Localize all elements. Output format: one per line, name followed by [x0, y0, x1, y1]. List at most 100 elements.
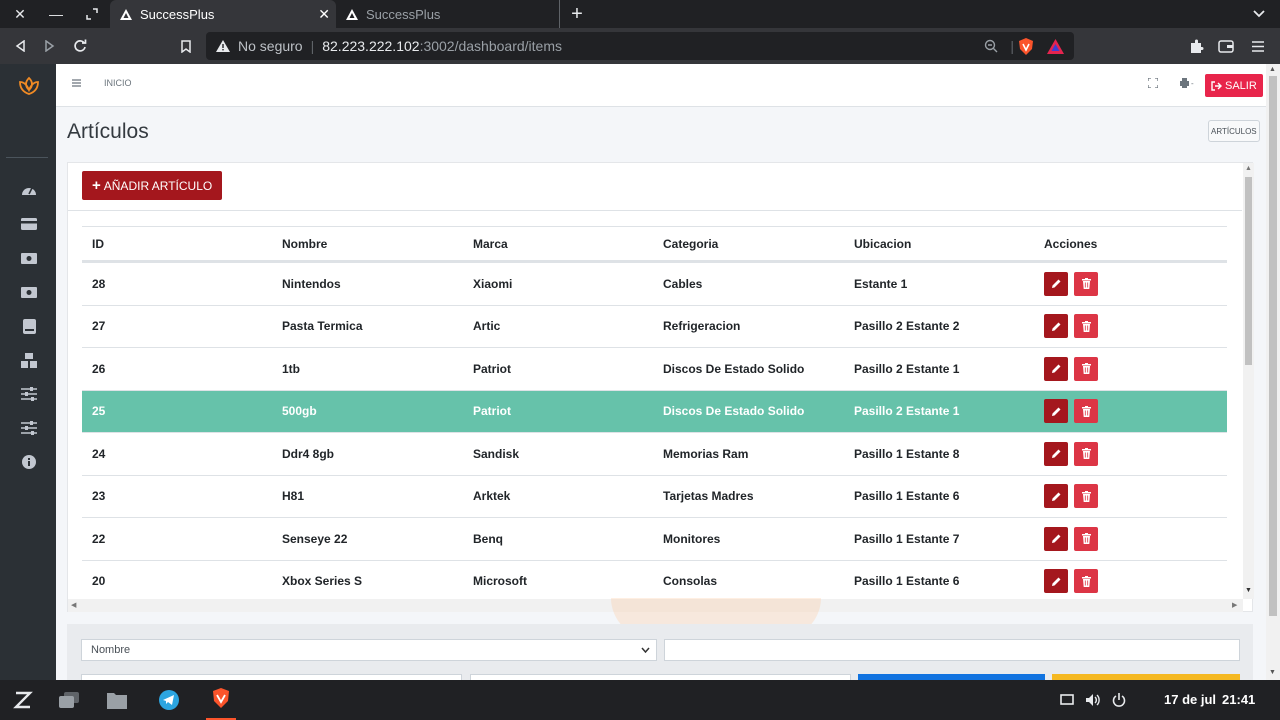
sliders-icon[interactable]	[20, 386, 38, 402]
clock[interactable]: 17 de jul 21:41	[1164, 692, 1255, 707]
printer-dropdown[interactable]: -	[1180, 78, 1194, 88]
edit-button[interactable]	[1044, 484, 1068, 509]
credit-card-icon[interactable]	[20, 216, 38, 232]
cell-ubicacion: Pasillo 2 Estante 1	[854, 404, 960, 419]
column-header-nombre[interactable]: Nombre	[282, 227, 327, 260]
table-row[interactable]: 20 Xbox Series S Microsoft Consolas Pasillo …	[82, 559, 1227, 603]
header-breadcrumb[interactable]: INICIO	[104, 78, 132, 88]
scroll-right-icon[interactable]: ▶	[1232, 601, 1237, 609]
column-header-id[interactable]: ID	[92, 227, 104, 260]
table-row[interactable]: 22 Senseye 22 Benq Monitores Pasillo 1 Estan…	[82, 517, 1227, 560]
scroll-thumb[interactable]	[1245, 177, 1252, 365]
money-bill-icon[interactable]	[20, 250, 38, 266]
delete-button[interactable]	[1074, 526, 1098, 551]
book-icon[interactable]	[20, 318, 38, 334]
edit-button[interactable]	[1044, 569, 1068, 594]
filter-panel: Nombre	[67, 624, 1253, 680]
table-vertical-scrollbar[interactable]: ▲ ▼	[1243, 163, 1254, 599]
boxes-icon[interactable]	[20, 352, 38, 368]
url-path: :3002/dashboard/items	[419, 38, 562, 54]
table-row[interactable]: 25 500gb Patriot Discos De Estado Solido Pas…	[82, 389, 1227, 432]
filter-text-input[interactable]	[664, 639, 1240, 661]
telegram-icon[interactable]	[158, 690, 180, 710]
power-icon[interactable]	[1108, 690, 1130, 710]
page-vertical-scrollbar[interactable]: ▲ ▼	[1266, 64, 1280, 680]
tab-close-icon[interactable]: ✕	[318, 6, 330, 23]
close-window-icon[interactable]: ✕	[10, 4, 30, 24]
new-tab-icon[interactable]: +	[567, 3, 587, 25]
hamburger-menu-icon[interactable]	[72, 79, 81, 87]
tab-list-chevron-icon[interactable]	[1249, 4, 1269, 24]
zoom-icon[interactable]	[984, 39, 998, 53]
edit-button[interactable]	[1044, 399, 1068, 424]
scroll-thumb[interactable]	[1269, 76, 1277, 616]
scroll-up-icon[interactable]: ▲	[1245, 165, 1252, 172]
display-icon[interactable]	[1056, 690, 1078, 710]
items-table: ID Nombre Marca Categoria Ubicacion Acci…	[82, 226, 1227, 602]
app-logo-icon[interactable]	[17, 76, 41, 98]
minimize-window-icon[interactable]: —	[46, 4, 66, 24]
edit-button[interactable]	[1044, 314, 1068, 339]
fullscreen-icon[interactable]	[1148, 78, 1158, 88]
files-icon[interactable]	[106, 690, 128, 710]
brave-shield-icon[interactable]	[1018, 37, 1034, 55]
column-header-ubicacion[interactable]: Ubicacion	[854, 227, 911, 260]
brave-rewards-icon[interactable]	[1047, 38, 1064, 54]
url-host: 82.223.222.102	[322, 38, 420, 54]
zorin-menu-icon[interactable]	[12, 690, 34, 710]
dashboard-gauge-icon[interactable]	[20, 182, 38, 198]
table-row[interactable]: 27 Pasta Termica Artic Refrigeracion Pasillo…	[82, 304, 1227, 348]
scroll-down-icon[interactable]: ▼	[1245, 587, 1252, 594]
table-row[interactable]: 28 Nintendos Xiaomi Cables Estante 1	[82, 262, 1227, 305]
pencil-icon	[1051, 492, 1060, 501]
window-switcher-icon[interactable]	[58, 690, 80, 710]
url-bar[interactable]: No seguro | 82.223.222.102 :3002/dashboa…	[206, 32, 1074, 60]
cell-ubicacion: Pasillo 2 Estante 2	[854, 319, 960, 334]
edit-button[interactable]	[1044, 441, 1068, 466]
cell-acciones	[1044, 263, 1104, 305]
reload-icon[interactable]	[70, 36, 90, 56]
cell-acciones	[1044, 306, 1104, 348]
edit-button[interactable]	[1044, 271, 1068, 296]
forward-icon[interactable]	[40, 36, 60, 56]
filter-field-select[interactable]: Nombre	[81, 639, 657, 661]
cell-marca: Microsoft	[473, 574, 527, 589]
table-row[interactable]: 23 H81 Arktek Tarjetas Madres Pasillo 1 Esta…	[82, 474, 1227, 518]
delete-button[interactable]	[1074, 441, 1098, 466]
delete-button[interactable]	[1074, 271, 1098, 296]
table-row[interactable]: 24 Ddr4 8gb Sandisk Memorias Ram Pasillo 1 E…	[82, 432, 1227, 475]
scroll-down-icon[interactable]: ▼	[1269, 669, 1276, 676]
scroll-up-icon[interactable]: ▲	[1269, 66, 1276, 73]
cell-nombre: Pasta Termica	[282, 319, 363, 334]
breadcrumb-button[interactable]: ARTÍCULOS	[1208, 120, 1260, 142]
logout-button[interactable]: SALIR	[1205, 74, 1263, 97]
column-header-categoria[interactable]: Categoria	[663, 227, 718, 260]
scroll-left-icon[interactable]: ◀	[71, 601, 76, 609]
volume-icon[interactable]	[1082, 690, 1104, 710]
delete-button[interactable]	[1074, 356, 1098, 381]
tab-successplus-1[interactable]: SuccessPlus ✕	[110, 0, 336, 28]
sliders-alt-icon[interactable]	[20, 420, 38, 436]
back-icon[interactable]	[10, 36, 30, 56]
edit-button[interactable]	[1044, 526, 1068, 551]
edit-button[interactable]	[1044, 356, 1068, 381]
menu-icon[interactable]	[1248, 36, 1268, 56]
delete-button[interactable]	[1074, 569, 1098, 594]
delete-button[interactable]	[1074, 484, 1098, 509]
column-header-marca[interactable]: Marca	[473, 227, 508, 260]
restore-window-icon[interactable]	[82, 4, 102, 24]
column-header-acciones: Acciones	[1044, 236, 1098, 251]
delete-button[interactable]	[1074, 399, 1098, 424]
cell-marca: Arktek	[473, 489, 511, 504]
brave-taskbar-item[interactable]	[206, 680, 236, 720]
money-bill-alt-icon[interactable]	[20, 284, 38, 300]
delete-button[interactable]	[1074, 314, 1098, 339]
info-circle-icon[interactable]	[20, 454, 38, 470]
extensions-icon[interactable]	[1186, 36, 1206, 56]
tab-successplus-2[interactable]: SuccessPlus	[336, 0, 560, 28]
table-row[interactable]: 26 1tb Patriot Discos De Estado Solido Pasil…	[82, 347, 1227, 390]
add-item-button[interactable]: + AÑADIR ARTÍCULO	[82, 171, 223, 200]
wallet-icon[interactable]	[1216, 36, 1236, 56]
bookmark-icon[interactable]	[176, 36, 196, 56]
pencil-icon	[1051, 279, 1060, 289]
